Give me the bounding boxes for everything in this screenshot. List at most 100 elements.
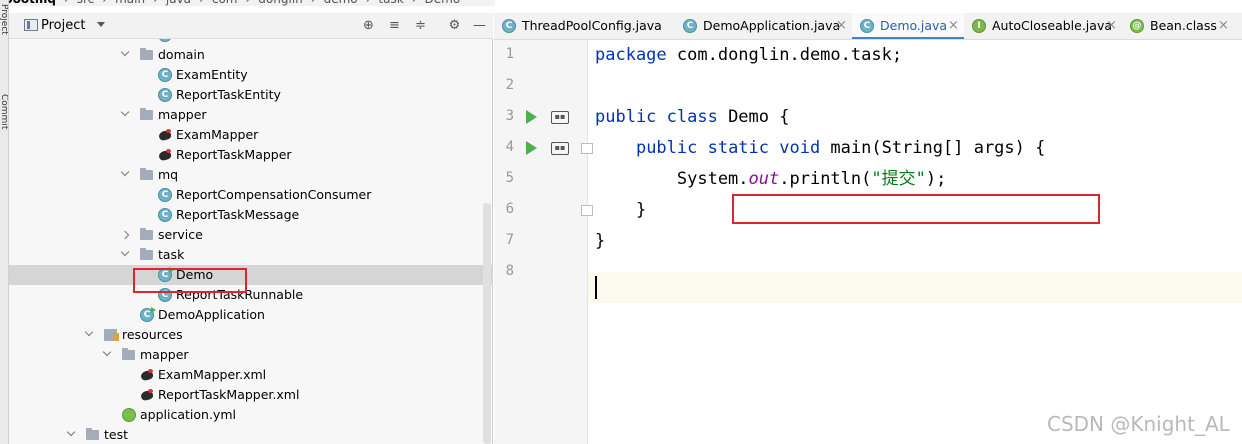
breadcrumb-item[interactable]: Demo: [425, 0, 461, 6]
code-area[interactable]: package com.donglin.demo.task; public cla…: [588, 40, 1242, 444]
tool-window-commit-label[interactable]: Commit: [0, 94, 8, 129]
breadcrumb-item[interactable]: src: [77, 0, 95, 6]
project-panel-title[interactable]: Project: [41, 18, 85, 33]
tree-item-label: application.yml: [140, 407, 236, 422]
tree-item[interactable]: application.yml: [9, 405, 493, 425]
chevron-down-icon[interactable]: [97, 22, 105, 27]
tree-item[interactable]: resources: [9, 325, 493, 345]
tree-scrollbar[interactable]: [483, 203, 491, 444]
tree-item-label: ExamMapper: [176, 127, 259, 142]
tree-item-label: ReportTaskMapper: [176, 147, 292, 162]
breadcrumb-separator: ›: [199, 0, 204, 6]
breadcrumb-item[interactable]: donglin: [258, 0, 302, 6]
tree-item[interactable]: mapper: [9, 345, 493, 365]
tree-item[interactable]: task: [9, 245, 493, 265]
code-token: .println(: [779, 169, 872, 189]
code-token: public class: [595, 107, 729, 127]
chevron-down-icon[interactable]: [102, 347, 112, 357]
mybatis-mapper-icon: [158, 129, 173, 141]
tree-item[interactable]: C ReportCompensationConsumer: [9, 185, 493, 205]
tree-item-label: ExamEntity: [176, 67, 248, 82]
tree-item-label: mq: [158, 167, 179, 182]
spring-config-icon: [122, 408, 136, 422]
tree-item[interactable]: ExamMapper.xml: [9, 365, 493, 385]
chevron-right-icon[interactable]: [120, 230, 130, 240]
java-class-icon: C: [158, 88, 172, 102]
chevron-down-icon[interactable]: [120, 247, 130, 257]
tree-item[interactable]: ExamMapper: [9, 125, 493, 145]
tree-item-label: ReportTaskEntity: [176, 87, 281, 102]
watermark: CSDN @Knight_AL: [1047, 412, 1230, 436]
hide-panel-icon[interactable]: —: [472, 18, 487, 33]
close-icon[interactable]: ×: [948, 13, 959, 39]
project-panel: Project ⊕ ≡ ≑ ⚙ — CExamControllerdomainC…: [9, 13, 493, 444]
tree-item[interactable]: C ReportTaskRunnable: [9, 285, 493, 305]
tree-item[interactable]: C Demo: [9, 265, 493, 285]
breadcrumb-item[interactable]: bootmq: [4, 0, 56, 6]
expand-all-icon[interactable]: ≡: [387, 18, 402, 33]
breadcrumb-separator: ›: [245, 0, 250, 6]
editor-tab[interactable]: C ThreadPoolConfig.java: [494, 13, 675, 39]
folder-icon: [140, 168, 153, 180]
tree-item-label: test: [104, 427, 129, 442]
line-number: 8: [505, 263, 514, 279]
close-icon[interactable]: ×: [836, 13, 847, 39]
tree-item[interactable]: ReportTaskMapper: [9, 145, 493, 165]
editor-tab[interactable]: @ Bean.class ×: [1122, 13, 1234, 39]
line-number: 2: [505, 77, 514, 93]
tree-item[interactable]: test: [9, 425, 493, 444]
run-config-icon[interactable]: ▪▪: [551, 111, 569, 124]
collapse-all-icon[interactable]: ≑: [413, 18, 428, 33]
java-class-icon: C: [158, 68, 172, 82]
breadcrumb-item[interactable]: demo: [324, 0, 358, 6]
chevron-down-icon[interactable]: [120, 47, 130, 57]
tree-item-label: ExamMapper.xml: [158, 367, 267, 382]
tool-window-project-label[interactable]: Project: [0, 4, 8, 35]
tree-item[interactable]: ReportTaskMapper.xml: [9, 385, 493, 405]
chevron-down-icon[interactable]: [120, 167, 130, 177]
tree-item[interactable]: C DemoApplication: [9, 305, 493, 325]
java-class-icon: C: [683, 19, 697, 33]
chevron-down-icon[interactable]: [120, 107, 130, 117]
tree-item[interactable]: service: [9, 225, 493, 245]
close-icon[interactable]: ×: [1218, 13, 1229, 39]
folder-icon: [122, 348, 135, 360]
folder-icon: [140, 48, 153, 60]
breadcrumb-item[interactable]: task: [378, 0, 403, 6]
code-token: package: [595, 45, 677, 65]
code-token: com.donglin.demo.task;: [676, 45, 903, 65]
left-tool-strip: Project Commit: [0, 0, 9, 444]
breadcrumb-item[interactable]: main: [115, 0, 145, 6]
chevron-down-icon[interactable]: [66, 427, 76, 437]
close-icon[interactable]: ×: [1106, 13, 1117, 39]
mybatis-mapper-icon: [158, 149, 173, 161]
tree-item[interactable]: mq: [9, 165, 493, 185]
resources-folder-icon: [104, 329, 119, 341]
tree-item[interactable]: C ReportTaskMessage: [9, 205, 493, 225]
run-config-icon[interactable]: ▪▪: [551, 142, 569, 155]
breadcrumb-item[interactable]: java: [166, 0, 191, 6]
editor-tab-bar: C ThreadPoolConfig.java C DemoApplication.j…: [494, 13, 1242, 40]
project-view-icon: [24, 19, 38, 31]
tree-item[interactable]: mapper: [9, 105, 493, 125]
run-icon[interactable]: [526, 141, 537, 155]
breadcrumb-item[interactable]: com: [212, 0, 238, 6]
code-token: }: [595, 231, 606, 251]
code-token: System.: [595, 169, 749, 189]
project-panel-header: Project ⊕ ≡ ≑ ⚙ —: [9, 13, 493, 39]
breadcrumb-separator: ›: [366, 0, 371, 6]
run-icon[interactable]: [526, 110, 537, 124]
tree-item[interactable]: domain: [9, 45, 493, 65]
editor-tab[interactable]: I AutoCloseable.java ×: [964, 13, 1122, 39]
gear-icon[interactable]: ⚙: [447, 18, 462, 33]
tree-item[interactable]: C ReportTaskEntity: [9, 85, 493, 105]
tree-item[interactable]: C ExamEntity: [9, 65, 493, 85]
locate-file-icon[interactable]: ⊕: [361, 18, 376, 33]
editor-tab[interactable]: C Demo.java ×: [852, 13, 964, 39]
chevron-down-icon[interactable]: [84, 327, 94, 337]
editor-tab[interactable]: C DemoApplication.java ×: [675, 13, 852, 39]
code-line: package com.donglin.demo.task;: [595, 40, 902, 71]
line-number: 1: [505, 46, 514, 62]
java-class-icon: C: [158, 208, 172, 222]
